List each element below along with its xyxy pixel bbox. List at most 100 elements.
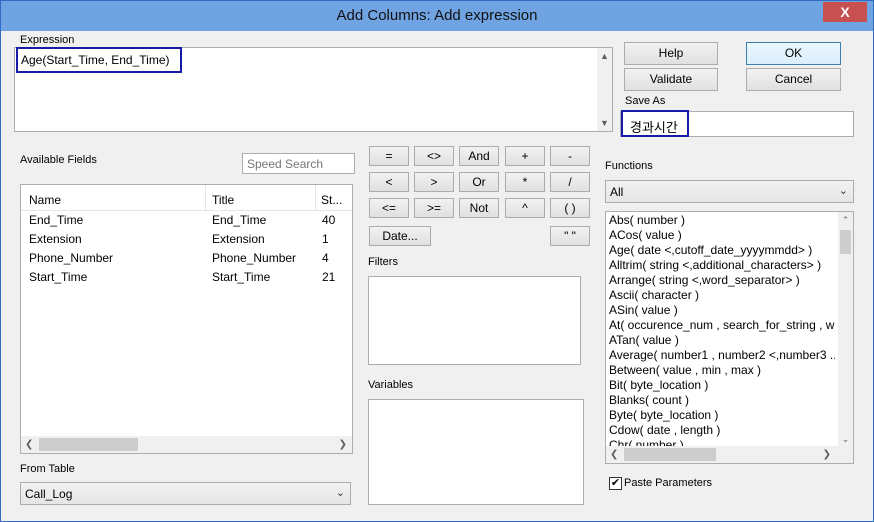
operator-multiply-button[interactable]: * xyxy=(505,172,545,192)
list-item[interactable]: Abs( number ) xyxy=(609,213,685,228)
cancel-button[interactable]: Cancel xyxy=(746,68,841,91)
functions-viewport: Abs( number ) ACos( value ) Age( date <,… xyxy=(606,212,835,446)
table-row[interactable]: Start_Time Start_Time 21 xyxy=(21,270,352,289)
save-as-label: Save As xyxy=(625,95,666,107)
cell-status: 40 xyxy=(322,213,336,227)
speed-search-placeholder: Speed Search xyxy=(247,157,324,171)
fields-table-header: Name Title St... xyxy=(21,185,352,211)
from-table-label: From Table xyxy=(20,463,75,475)
list-item[interactable]: ACos( value ) xyxy=(609,228,682,243)
scroll-left-icon[interactable]: ❮ xyxy=(25,439,33,450)
quote-button[interactable]: " " xyxy=(550,226,590,246)
ok-button[interactable]: OK xyxy=(746,42,841,65)
list-item[interactable]: ATan( value ) xyxy=(609,333,679,348)
table-row[interactable]: End_Time End_Time 40 xyxy=(21,213,352,232)
variables-list[interactable] xyxy=(368,399,584,505)
functions-label: Functions xyxy=(605,160,653,172)
list-item[interactable]: At( occurence_num , search_for_string , … xyxy=(609,318,835,333)
cell-name: Extension xyxy=(29,232,82,246)
operator-minus-button[interactable]: - xyxy=(550,146,590,166)
list-item[interactable]: ASin( value ) xyxy=(609,303,678,318)
operator-less-than-button[interactable]: < xyxy=(369,172,409,192)
variables-label: Variables xyxy=(368,379,414,391)
dialog-window: Add Columns: Add expression X Expression… xyxy=(0,0,874,522)
operator-plus-button[interactable]: + xyxy=(505,146,545,166)
fields-hscrollbar[interactable]: ❮ ❯ xyxy=(21,436,352,453)
from-table-value: Call_Log xyxy=(25,487,73,501)
expression-label: Expression xyxy=(20,34,75,46)
column-header-name[interactable]: Name xyxy=(29,193,61,207)
speed-search-input[interactable]: Speed Search xyxy=(242,153,355,174)
filters-label: Filters xyxy=(368,256,398,268)
scroll-right-icon[interactable]: ❯ xyxy=(823,449,831,460)
list-item[interactable]: Byte( byte_location ) xyxy=(609,408,718,423)
operator-less-equal-button[interactable]: <= xyxy=(369,198,409,218)
expression-highlight xyxy=(16,47,182,73)
available-fields-label: Available Fields xyxy=(20,154,97,166)
cell-title: Extension xyxy=(212,232,265,246)
table-row[interactable]: Phone_Number Phone_Number 4 xyxy=(21,251,352,270)
scroll-thumb[interactable] xyxy=(624,448,716,461)
column-header-status[interactable]: St... xyxy=(321,193,342,207)
window-title: Add Columns: Add expression xyxy=(336,7,538,24)
cell-name: Start_Time xyxy=(29,270,88,284)
validate-button[interactable]: Validate xyxy=(624,68,718,91)
list-item[interactable]: Age( date <,cutoff_date_yyyymmdd> ) xyxy=(609,243,812,258)
expression-scrollbar[interactable]: ▲ ▼ xyxy=(597,48,612,131)
operator-equals-button[interactable]: = xyxy=(369,146,409,166)
column-header-title[interactable]: Title xyxy=(212,193,234,207)
column-divider[interactable] xyxy=(205,185,206,210)
from-table-dropdown[interactable]: Call_Log ⌄ xyxy=(20,482,351,505)
cell-title: Phone_Number xyxy=(212,251,297,265)
list-item[interactable]: Bit( byte_location ) xyxy=(609,378,708,393)
list-item[interactable]: Alltrim( string <,additional_characters>… xyxy=(609,258,821,273)
scroll-thumb[interactable] xyxy=(840,230,851,254)
dialog-client: Expression Age(Start_Time, End_Time) ▲ ▼… xyxy=(8,31,866,514)
functions-list: Abs( number ) ACos( value ) Age( date <,… xyxy=(605,211,854,464)
scroll-down-icon[interactable]: ▼ xyxy=(597,118,612,128)
scroll-right-icon[interactable]: ❯ xyxy=(339,439,347,450)
help-button[interactable]: Help xyxy=(624,42,718,65)
cell-title: End_Time xyxy=(212,213,267,227)
operator-parentheses-button[interactable]: ( ) xyxy=(550,198,590,218)
functions-category-dropdown[interactable]: All ⌄ xyxy=(605,180,854,203)
save-as-highlight xyxy=(621,110,689,137)
title-bar[interactable]: Add Columns: Add expression X xyxy=(1,1,873,31)
table-row[interactable]: Extension Extension 1 xyxy=(21,232,352,251)
list-item[interactable]: Chr( number ) xyxy=(609,438,684,446)
close-button[interactable]: X xyxy=(823,2,867,22)
operator-divide-button[interactable]: / xyxy=(550,172,590,192)
cell-name: Phone_Number xyxy=(29,251,114,265)
cell-status: 21 xyxy=(322,270,336,284)
cell-status: 4 xyxy=(322,251,329,265)
operator-greater-than-button[interactable]: > xyxy=(414,172,454,192)
date-button[interactable]: Date... xyxy=(369,226,431,246)
scroll-left-icon[interactable]: ❮ xyxy=(610,449,618,460)
functions-vscrollbar[interactable]: ⌃ ⌄ xyxy=(838,212,853,446)
scroll-thumb[interactable] xyxy=(39,438,138,451)
list-item[interactable]: Average( number1 , number2 <,number3 .. xyxy=(609,348,835,363)
functions-hscrollbar[interactable]: ❮ ❯ xyxy=(606,446,853,463)
column-divider[interactable] xyxy=(315,185,316,210)
cell-title: Start_Time xyxy=(212,270,271,284)
scroll-up-icon[interactable]: ⌃ xyxy=(838,215,853,225)
paste-parameters-label: Paste Parameters xyxy=(624,477,713,489)
operator-not-button[interactable]: Not xyxy=(459,198,499,218)
paste-parameters-checkbox[interactable]: ✔ xyxy=(609,477,622,490)
operator-power-button[interactable]: ^ xyxy=(505,198,545,218)
scroll-up-icon[interactable]: ▲ xyxy=(597,51,612,61)
list-item[interactable]: Blanks( count ) xyxy=(609,393,689,408)
operator-or-button[interactable]: Or xyxy=(459,172,499,192)
scroll-down-icon[interactable]: ⌄ xyxy=(838,434,853,444)
fields-table: Name Title St... End_Time End_Time 40 Ex… xyxy=(20,184,353,454)
operator-and-button[interactable]: And xyxy=(459,146,499,166)
list-item[interactable]: Cdow( date , length ) xyxy=(609,423,720,438)
operator-greater-equal-button[interactable]: >= xyxy=(414,198,454,218)
chevron-down-icon: ⌄ xyxy=(838,185,848,197)
list-item[interactable]: Ascii( character ) xyxy=(609,288,699,303)
filters-list[interactable] xyxy=(368,276,581,365)
cell-status: 1 xyxy=(322,232,329,246)
list-item[interactable]: Between( value , min , max ) xyxy=(609,363,761,378)
list-item[interactable]: Arrange( string <,word_separator> ) xyxy=(609,273,800,288)
operator-not-equal-button[interactable]: <> xyxy=(414,146,454,166)
